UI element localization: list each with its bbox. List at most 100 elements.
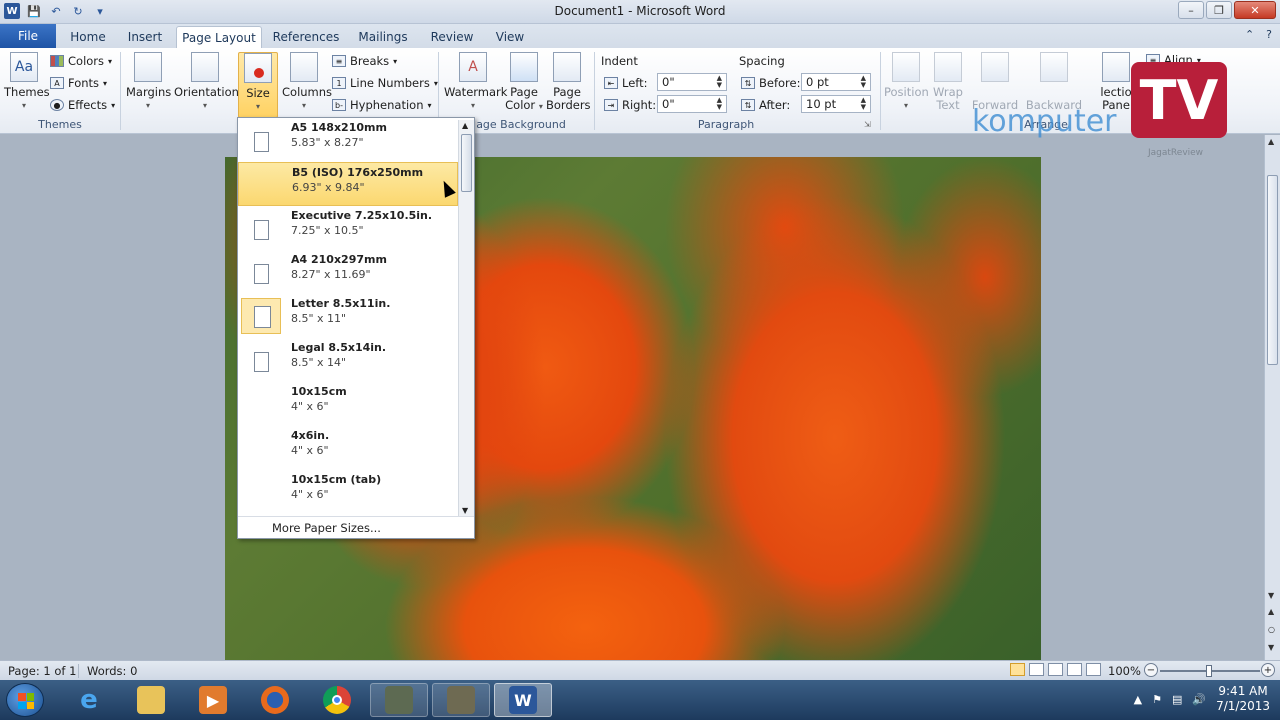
wrap-text-button[interactable]: Wrap Text bbox=[930, 52, 966, 112]
show-hidden-icons-icon[interactable]: ▲ bbox=[1134, 693, 1142, 706]
taskbar-media-player[interactable]: ▶ bbox=[184, 683, 242, 717]
page-icon bbox=[254, 264, 269, 284]
vertical-scrollbar[interactable]: ▲ ▼ ▲ ○ ▼ bbox=[1264, 135, 1280, 660]
page-size-item-a4[interactable]: A4 210x297mm 8.27" x 11.69" bbox=[238, 250, 458, 294]
page-size-item-4x6in[interactable]: 4x6in. 4" x 6" bbox=[238, 426, 458, 470]
spacing-before-field[interactable]: 0 pt ▲ ▼ bbox=[801, 73, 871, 91]
selection-pane-button[interactable]: lectio Pane bbox=[1098, 52, 1134, 112]
group-separator bbox=[594, 52, 595, 130]
size-button[interactable]: Size ▾ bbox=[238, 52, 278, 118]
chevron-down-icon: ▾ bbox=[145, 101, 150, 110]
scroll-down-icon[interactable]: ▼ bbox=[462, 506, 468, 515]
taskbar-app-1[interactable] bbox=[370, 683, 428, 717]
previous-page-icon[interactable]: ▲ bbox=[1268, 607, 1274, 616]
indent-right-field[interactable]: 0" ▲ ▼ bbox=[657, 95, 727, 113]
spinner-icon[interactable]: ▲ ▼ bbox=[861, 97, 866, 111]
page-size-item-10x15cm-tab[interactable]: 10x15cm (tab) 4" x 6" bbox=[238, 470, 458, 514]
columns-button[interactable]: Columns ▾ bbox=[282, 52, 332, 112]
spacing-before-label: Before: bbox=[759, 76, 801, 90]
zoom-out-icon[interactable]: − bbox=[1144, 663, 1158, 677]
tab-file[interactable]: File bbox=[0, 24, 56, 48]
more-paper-sizes-button[interactable]: More Paper Sizes... bbox=[238, 516, 474, 538]
scrollbar-thumb[interactable] bbox=[1267, 175, 1278, 365]
taskbar-file-explorer[interactable] bbox=[122, 683, 180, 717]
zoom-level[interactable]: 100% bbox=[1108, 664, 1141, 678]
close-button[interactable]: ✕ bbox=[1234, 1, 1276, 19]
spinner-icon[interactable]: ▲ ▼ bbox=[861, 75, 866, 89]
position-button[interactable]: Position ▾ bbox=[884, 52, 929, 112]
send-backward-button[interactable]: Backward bbox=[1024, 52, 1084, 112]
taskbar-word[interactable]: W bbox=[494, 683, 552, 717]
spacing-after-field[interactable]: 10 pt ▲ ▼ bbox=[801, 95, 871, 113]
tab-review[interactable]: Review bbox=[426, 26, 478, 48]
tab-view[interactable]: View bbox=[488, 26, 532, 48]
themes-button[interactable]: Aa Themes ▾ bbox=[4, 52, 50, 112]
zoom-slider[interactable] bbox=[1160, 665, 1260, 677]
page-size-item-b5[interactable]: B5 (ISO) 176x250mm 6.93" x 9.84" bbox=[238, 162, 458, 206]
restore-button[interactable]: ❐ bbox=[1206, 1, 1232, 19]
next-page-icon[interactable]: ▼ bbox=[1268, 643, 1274, 652]
system-tray: ▲ ⚑ ▤ 🔊 9:41 AM 7/1/2013 bbox=[1134, 684, 1270, 714]
page-color-button[interactable]: Page Color ▾ bbox=[504, 52, 544, 113]
taskbar-firefox[interactable] bbox=[246, 683, 304, 717]
page-borders-button[interactable]: Page Borders bbox=[546, 52, 591, 112]
theme-colors-button[interactable]: Colors ▾ bbox=[50, 54, 112, 68]
chevron-down-icon: ▾ bbox=[470, 101, 475, 110]
indent-left-field[interactable]: 0" ▲ ▼ bbox=[657, 73, 727, 91]
hyphenation-button[interactable]: b- Hyphenation ▾ bbox=[332, 98, 432, 112]
zoom-slider-knob[interactable] bbox=[1206, 665, 1212, 677]
breaks-button[interactable]: ≡ Breaks ▾ bbox=[332, 54, 397, 68]
tab-references[interactable]: References bbox=[270, 26, 342, 48]
page-size-item-a5[interactable]: A5 148x210mm 5.83" x 8.27" bbox=[238, 118, 458, 162]
web-layout-view-icon[interactable] bbox=[1048, 663, 1063, 676]
bring-forward-button[interactable]: Forward bbox=[970, 52, 1020, 112]
theme-fonts-button[interactable]: A Fonts ▾ bbox=[50, 76, 107, 90]
zoom-in-icon[interactable]: + bbox=[1261, 663, 1275, 677]
dropdown-scrollbar-thumb[interactable] bbox=[461, 134, 472, 192]
scroll-up-icon[interactable]: ▲ bbox=[1268, 137, 1274, 146]
scroll-down-icon[interactable]: ▼ bbox=[1268, 591, 1274, 600]
start-button[interactable] bbox=[6, 683, 44, 717]
spinner-icon[interactable]: ▲ ▼ bbox=[717, 97, 722, 111]
word-count-status[interactable]: Words: 0 bbox=[78, 664, 137, 678]
taskbar-app-2[interactable] bbox=[432, 683, 490, 717]
indent-right-label: Right: bbox=[622, 98, 657, 112]
taskbar-chrome[interactable] bbox=[308, 683, 366, 717]
margins-button[interactable]: Margins ▾ bbox=[126, 52, 171, 112]
page-count-status[interactable]: Page: 1 of 1 bbox=[8, 664, 76, 678]
orientation-button[interactable]: Orientation ▾ bbox=[174, 52, 239, 112]
full-screen-reading-view-icon[interactable] bbox=[1029, 663, 1044, 676]
network-icon[interactable]: ▤ bbox=[1172, 693, 1182, 706]
tab-insert[interactable]: Insert bbox=[120, 26, 170, 48]
print-layout-view-icon[interactable] bbox=[1010, 663, 1025, 676]
page-size-item-executive[interactable]: Executive 7.25x10.5in. 7.25" x 10.5" bbox=[238, 206, 458, 250]
taskbar-internet-explorer[interactable]: e bbox=[60, 683, 118, 717]
select-browse-object-icon[interactable]: ○ bbox=[1268, 625, 1275, 634]
minimize-ribbon-icon[interactable]: ⌃ bbox=[1245, 28, 1254, 41]
page-size-item-letter[interactable]: Letter 8.5x11in. 8.5" x 11" bbox=[238, 294, 458, 338]
indent-right-icon: ⇥ bbox=[604, 99, 618, 111]
dropdown-scrollbar[interactable]: ▲ ▼ bbox=[458, 120, 474, 516]
spinner-icon[interactable]: ▲ ▼ bbox=[717, 75, 722, 89]
line-numbers-button[interactable]: 1 Line Numbers ▾ bbox=[332, 76, 438, 90]
help-icon[interactable]: ? bbox=[1266, 28, 1272, 41]
theme-effects-button[interactable]: ● Effects ▾ bbox=[50, 98, 115, 112]
paragraph-dialog-launcher-icon[interactable]: ⇲ bbox=[864, 120, 871, 129]
action-center-flag-icon[interactable]: ⚑ bbox=[1152, 693, 1162, 706]
outline-view-icon[interactable] bbox=[1067, 663, 1082, 676]
system-clock[interactable]: 9:41 AM 7/1/2013 bbox=[1216, 684, 1270, 714]
volume-icon[interactable]: 🔊 bbox=[1192, 693, 1206, 706]
page-size-list: A5 148x210mm 5.83" x 8.27" B5 (ISO) 176x… bbox=[238, 118, 458, 516]
tab-page-layout[interactable]: Page Layout bbox=[176, 26, 262, 48]
watermark-komputer-text: komputer bbox=[972, 104, 1117, 139]
tab-home[interactable]: Home bbox=[64, 26, 112, 48]
draft-view-icon[interactable] bbox=[1086, 663, 1101, 676]
scroll-up-icon[interactable]: ▲ bbox=[462, 121, 468, 130]
page-size-item-legal[interactable]: Legal 8.5x14in. 8.5" x 14" bbox=[238, 338, 458, 382]
page-size-item-10x15cm[interactable]: 10x15cm 4" x 6" bbox=[238, 382, 458, 426]
group-label-page-background: age Background bbox=[476, 118, 566, 131]
minimize-button[interactable]: – bbox=[1178, 1, 1204, 19]
watermark-button[interactable]: A Watermark ▾ bbox=[444, 52, 507, 112]
tab-mailings[interactable]: Mailings bbox=[352, 26, 414, 48]
chevron-down-icon: ▾ bbox=[111, 100, 116, 110]
